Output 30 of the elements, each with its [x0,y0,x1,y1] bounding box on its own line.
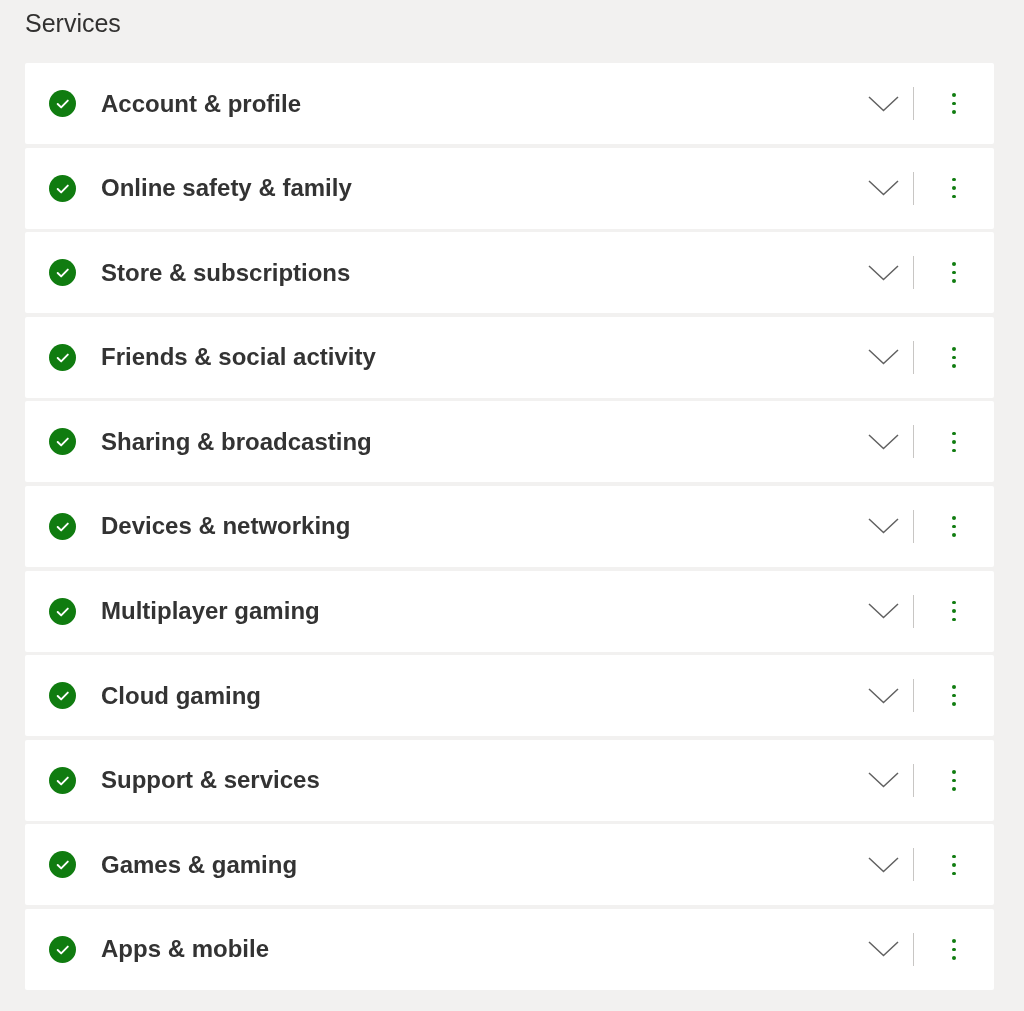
more-options-icon[interactable] [951,683,957,708]
chevron-down-icon[interactable] [868,772,899,789]
chevron-down-icon[interactable] [868,941,899,958]
more-options-icon[interactable] [951,937,957,962]
chevron-down-icon[interactable] [868,264,899,281]
chevron-down-icon[interactable] [868,603,899,620]
chevron-down-icon[interactable] [868,95,899,112]
service-name: Friends & social activity [101,342,376,373]
chevron-down-icon[interactable] [868,180,899,197]
more-options-icon[interactable] [951,260,957,285]
chevron-down-icon[interactable] [868,349,899,366]
more-options-icon[interactable] [951,345,957,370]
service-name: Account & profile [101,88,301,119]
service-name: Devices & networking [101,511,351,542]
service-name: Online safety & family [101,173,352,204]
more-options-icon[interactable] [951,91,957,116]
section-title: Services [25,8,121,38]
service-name: Store & subscriptions [101,257,351,288]
service-name: Games & gaming [101,849,298,880]
service-name: Sharing & broadcasting [101,426,372,457]
service-name: Cloud gaming [101,680,261,711]
service-name: Multiplayer gaming [101,596,320,627]
service-name: Support & services [101,765,320,796]
more-options-icon[interactable] [951,514,957,539]
chevron-down-icon[interactable] [868,687,899,704]
service-name: Apps & mobile [101,934,269,965]
chevron-down-icon[interactable] [868,856,899,873]
chevron-down-icon[interactable] [868,433,899,450]
more-options-icon[interactable] [951,768,957,793]
chevron-down-icon[interactable] [868,518,899,535]
